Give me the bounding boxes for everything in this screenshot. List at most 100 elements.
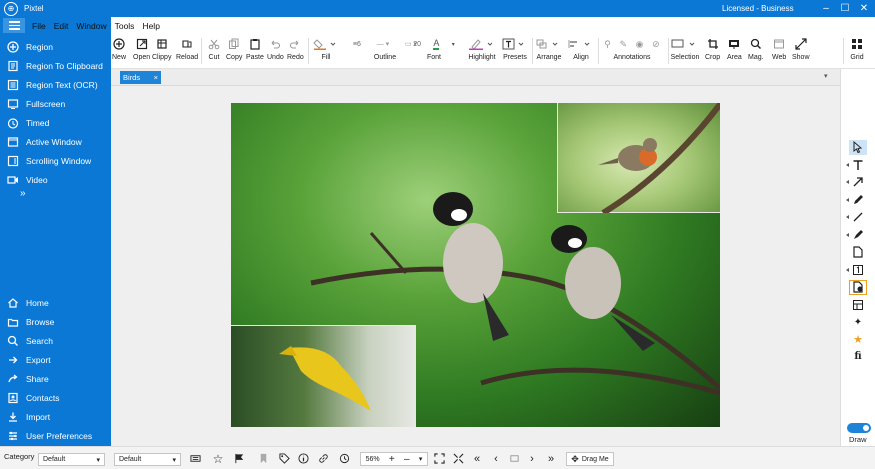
highlight-button[interactable]: Highlight: [467, 37, 497, 61]
page-view-icon[interactable]: [507, 452, 521, 465]
grid-button[interactable]: Grid: [850, 37, 864, 61]
first-page-icon[interactable]: «: [470, 452, 484, 465]
sidebar-item-export[interactable]: Export: [0, 351, 111, 369]
sidebar-item-user-preferences[interactable]: User Preferences: [0, 427, 111, 445]
step-number-tool[interactable]: [846, 263, 867, 278]
maximize-icon[interactable]: ☐: [837, 1, 853, 15]
close-icon[interactable]: ✕: [856, 1, 872, 15]
line-tool[interactable]: [846, 210, 867, 225]
new-button[interactable]: New: [112, 37, 126, 61]
robin-inset-image[interactable]: [557, 103, 720, 216]
stamp-icon[interactable]: ⚲: [604, 39, 611, 50]
clippy-button[interactable]: Clippy: [152, 37, 171, 61]
sidebar-item-fullscreen[interactable]: Fullscreen: [0, 95, 111, 113]
sidebar-item-home[interactable]: Home: [0, 294, 111, 312]
annotations-group[interactable]: ⚲ ✎ ◉ ⊘ Annotations: [600, 37, 664, 62]
reload-button[interactable]: Reload: [176, 37, 198, 61]
tab-overflow-chevron-icon[interactable]: ▾: [824, 72, 828, 80]
select-tool[interactable]: [849, 140, 867, 155]
info-icon[interactable]: [296, 452, 310, 465]
secondary-select[interactable]: Default ▾: [114, 453, 181, 466]
zoom-control[interactable]: 56% + – ▾: [360, 452, 428, 466]
tab-close-icon[interactable]: ×: [154, 73, 158, 82]
template-tool[interactable]: [849, 298, 867, 313]
next-page-icon[interactable]: ›: [525, 452, 539, 465]
arrange-button[interactable]: Arrange: [535, 37, 563, 61]
category-select[interactable]: Default ▾: [38, 453, 105, 466]
link-icon[interactable]: [316, 452, 330, 465]
zoom-in-icon[interactable]: +: [389, 454, 395, 465]
copy-button[interactable]: Copy: [226, 37, 242, 61]
sidebar-item-share[interactable]: Share: [0, 370, 111, 388]
history-icon[interactable]: [337, 452, 351, 465]
font-size-value[interactable]: 20: [413, 41, 421, 48]
sidebar-item-scrolling-window[interactable]: Scrolling Window: [0, 152, 111, 170]
arrow-tool[interactable]: [846, 175, 867, 190]
sidebar-item-import[interactable]: Import: [0, 408, 111, 426]
open-button[interactable]: Open: [133, 37, 150, 61]
cut-button[interactable]: Cut: [207, 37, 221, 61]
text-tool[interactable]: [846, 158, 867, 173]
tab-birds[interactable]: Birds ×: [120, 71, 161, 84]
bird-photo-collage[interactable]: [231, 103, 720, 427]
outline-width-value[interactable]: ≡6: [353, 41, 361, 48]
more-chevron-icon[interactable]: »: [20, 188, 26, 199]
font-color-icon[interactable]: A: [433, 38, 440, 50]
pen-tool[interactable]: [846, 193, 867, 208]
menu-window[interactable]: Window: [72, 21, 110, 31]
align-button[interactable]: Align: [567, 37, 595, 61]
undo-button[interactable]: Undo: [267, 37, 284, 61]
show-button[interactable]: Show: [792, 37, 810, 61]
image-stamp-tool[interactable]: [849, 280, 867, 295]
minimize-icon[interactable]: –: [818, 1, 834, 15]
hamburger-menu-icon[interactable]: [3, 18, 25, 33]
last-page-icon[interactable]: »: [544, 452, 558, 465]
keyboard-icon[interactable]: [188, 452, 202, 465]
selection-button[interactable]: Selection: [669, 37, 701, 61]
zoom-out-icon[interactable]: –: [404, 454, 410, 465]
note-tool[interactable]: [849, 245, 867, 260]
web-button[interactable]: Web: [772, 37, 786, 61]
yellow-bird-inset-image[interactable]: [231, 325, 416, 427]
blur-icon[interactable]: ⊘: [652, 39, 660, 50]
magnifier-button[interactable]: Mag.: [748, 37, 764, 61]
outline-style-icon[interactable]: — ▾: [377, 40, 389, 48]
redo-button[interactable]: Redo: [287, 37, 304, 61]
bookmark-icon[interactable]: [256, 452, 270, 465]
previous-page-icon[interactable]: ‹: [489, 452, 503, 465]
zoom-value[interactable]: 56%: [366, 456, 380, 463]
menu-help[interactable]: Help: [138, 21, 163, 31]
crop-button[interactable]: Crop: [705, 37, 720, 61]
sparkle-tool[interactable]: ✦: [849, 315, 867, 330]
paste-button[interactable]: Paste: [246, 37, 264, 61]
sidebar-item-browse[interactable]: Browse: [0, 313, 111, 331]
tag-icon[interactable]: [277, 452, 291, 465]
drag-me-button[interactable]: ✥ Drag Me: [566, 452, 614, 466]
fit-screen-icon[interactable]: [432, 452, 446, 465]
font-group[interactable]: 20 A ▾ Font: [407, 37, 461, 61]
font-dropdown-icon[interactable]: ▾: [452, 41, 455, 48]
sidebar-item-timed[interactable]: Timed: [0, 114, 111, 132]
sidebar-item-video[interactable]: Video: [0, 171, 111, 189]
area-button[interactable]: Area: [727, 37, 742, 61]
chevron-down-icon[interactable]: ▾: [419, 455, 423, 463]
sidebar-item-region-text-ocr[interactable]: Region Text (OCR): [0, 76, 111, 94]
fill-button[interactable]: Fill: [313, 37, 339, 61]
brush-icon[interactable]: ✎: [620, 39, 628, 50]
sidebar-item-contacts[interactable]: Contacts: [0, 389, 111, 407]
sidebar-item-active-window[interactable]: Active Window: [0, 133, 111, 151]
editor-canvas[interactable]: [111, 86, 840, 446]
font-effects-tool[interactable]: fi: [849, 349, 867, 364]
flag-icon[interactable]: [232, 452, 246, 465]
menu-tools[interactable]: Tools: [111, 21, 139, 31]
actual-size-icon[interactable]: [451, 452, 465, 465]
presets-button[interactable]: Presets: [502, 37, 528, 61]
sidebar-item-region-to-clipboard[interactable]: Region To Clipboard: [0, 57, 111, 75]
star-outline-icon[interactable]: ☆: [211, 452, 225, 466]
draw-toggle[interactable]: [847, 423, 871, 433]
eye-icon[interactable]: ◉: [636, 39, 644, 50]
favorites-tool[interactable]: ★: [849, 332, 867, 347]
menu-file[interactable]: File: [28, 21, 50, 31]
sidebar-item-search[interactable]: Search: [0, 332, 111, 350]
sidebar-item-region[interactable]: Region: [0, 38, 111, 56]
